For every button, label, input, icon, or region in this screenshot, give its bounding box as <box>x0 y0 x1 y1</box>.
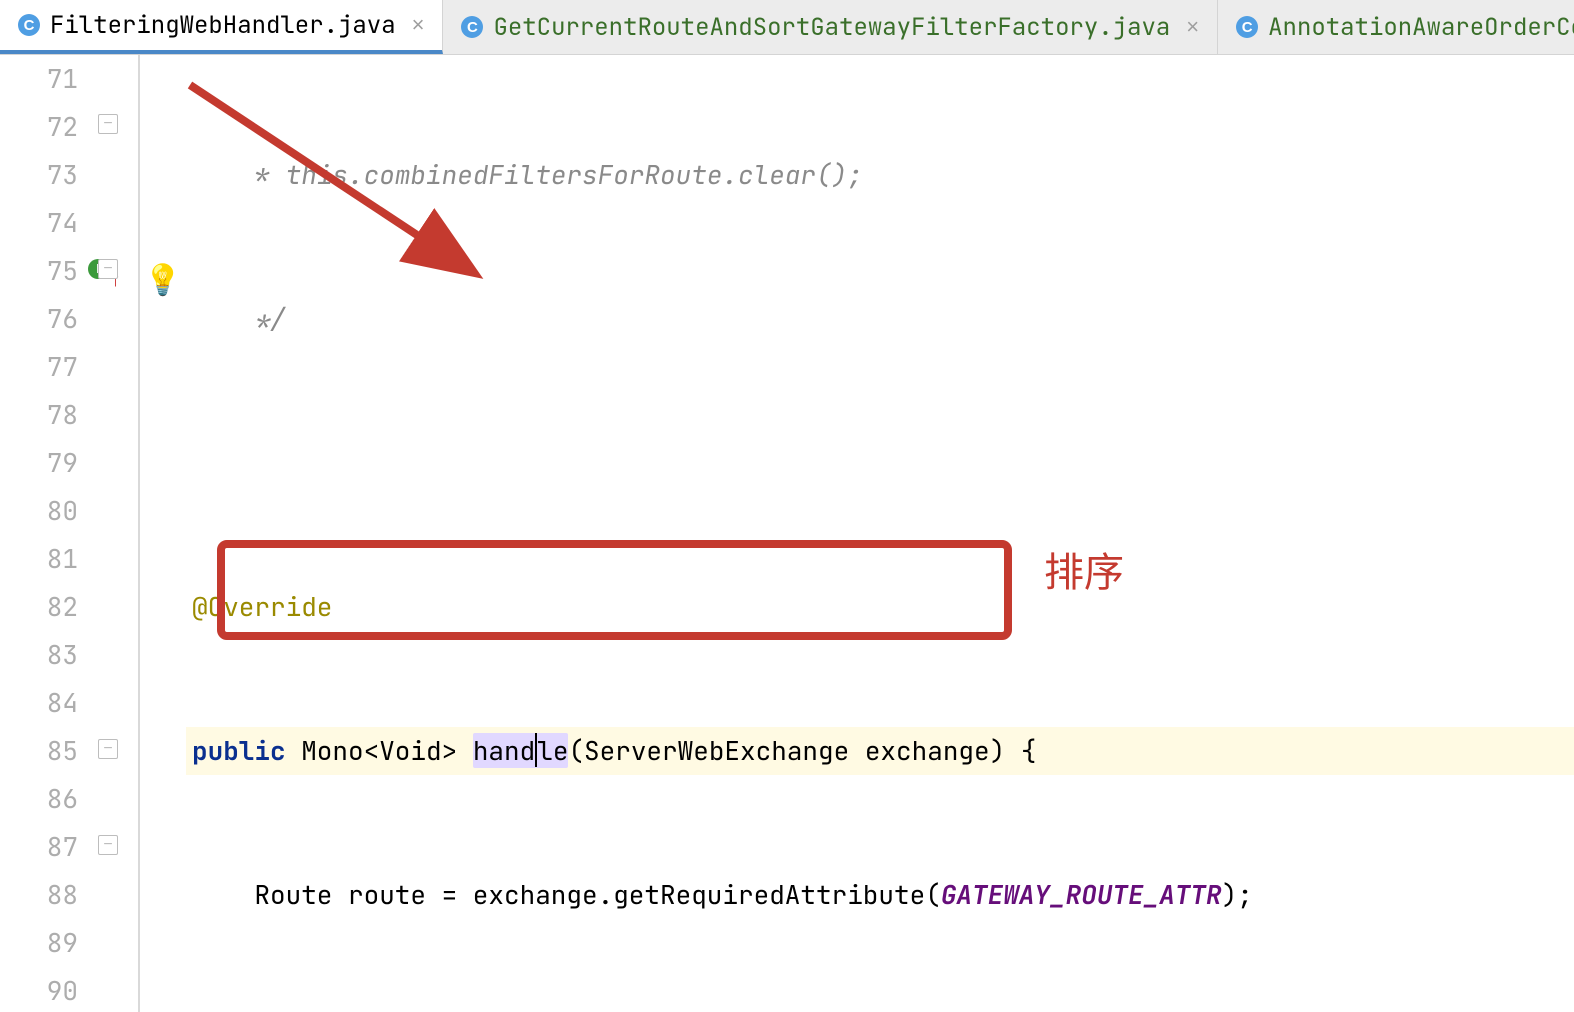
line-number: 86 <box>0 775 78 823</box>
editor-tab-bar: C FilteringWebHandler.java × C GetCurren… <box>0 0 1574 55</box>
tab-label: AnnotationAwareOrderComparat <box>1268 12 1574 43</box>
fold-minus-icon[interactable]: − <box>98 739 118 759</box>
fold-minus-icon[interactable]: − <box>98 835 118 855</box>
line-number: 72 <box>0 103 78 151</box>
java-class-icon: C <box>1236 16 1258 38</box>
line-number: 87 <box>0 823 78 871</box>
code-line: @Override <box>186 583 1574 631</box>
line-number: 79 <box>0 439 78 487</box>
intention-bulb-column: 💡 <box>140 55 186 1012</box>
code-line: * this.combinedFiltersForRoute.clear(); <box>186 151 1574 199</box>
intention-bulb-icon[interactable]: 💡 <box>144 257 174 287</box>
java-class-icon: C <box>18 14 40 36</box>
fold-minus-icon[interactable]: − <box>98 259 118 279</box>
java-class-icon: C <box>461 16 483 38</box>
close-icon[interactable]: × <box>406 12 425 38</box>
close-icon[interactable]: × <box>1180 14 1199 40</box>
line-number: 73 <box>0 151 78 199</box>
line-number: 75 <box>0 247 78 295</box>
code-area[interactable]: * this.combinedFiltersForRoute.clear(); … <box>186 55 1574 1012</box>
line-number: 84 <box>0 679 78 727</box>
tab-get-current-route-factory[interactable]: C GetCurrentRouteAndSortGatewayFilterFac… <box>443 0 1218 54</box>
line-number: 71 <box>0 55 78 103</box>
text-caret <box>535 733 537 767</box>
line-number: 90 <box>0 967 78 1012</box>
code-line: Route route = exchange.getRequiredAttrib… <box>186 871 1574 919</box>
line-number: 82 <box>0 583 78 631</box>
code-editor[interactable]: 7172737475767778798081828384858687888990… <box>0 55 1574 1012</box>
line-number: 80 <box>0 487 78 535</box>
tab-annotation-aware-comparator[interactable]: C AnnotationAwareOrderComparat <box>1218 0 1574 54</box>
tab-label: FilteringWebHandler.java <box>50 10 396 41</box>
fold-minus-icon[interactable]: − <box>98 114 118 134</box>
line-number: 89 <box>0 919 78 967</box>
line-number: 81 <box>0 535 78 583</box>
code-line <box>186 439 1574 487</box>
annotation-chinese-text: 排序 <box>1044 540 1124 598</box>
line-number: 83 <box>0 631 78 679</box>
gutter-marks: I ↑ − − − − <box>90 55 140 1012</box>
line-number: 85 <box>0 727 78 775</box>
tab-filtering-web-handler[interactable]: C FilteringWebHandler.java × <box>0 0 443 54</box>
line-number: 88 <box>0 871 78 919</box>
line-number: 74 <box>0 199 78 247</box>
tab-label: GetCurrentRouteAndSortGatewayFilterFacto… <box>493 12 1170 43</box>
line-number: 77 <box>0 343 78 391</box>
line-number: 78 <box>0 391 78 439</box>
code-line: */ <box>186 295 1574 343</box>
line-number-gutter: 7172737475767778798081828384858687888990 <box>0 55 90 1012</box>
code-line-current: public Mono<Void> handle(ServerWebExchan… <box>186 727 1574 775</box>
line-number: 76 <box>0 295 78 343</box>
